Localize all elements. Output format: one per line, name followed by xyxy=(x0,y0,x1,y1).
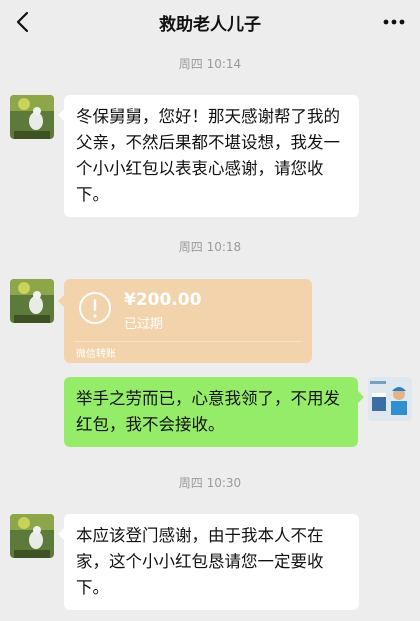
chat-title: 救助老人儿子 xyxy=(159,15,261,35)
avatar-other[interactable] xyxy=(10,279,54,323)
avatar-other[interactable] xyxy=(10,514,54,558)
avatar-self[interactable] xyxy=(368,377,412,421)
divider xyxy=(74,341,302,342)
top-bar: 救助老人儿子 xyxy=(0,0,420,44)
transfer-status: 已过期 xyxy=(124,317,164,332)
timestamp: 周四 10:14 xyxy=(178,57,242,71)
expired-alert-icon xyxy=(79,292,111,324)
avatar-other[interactable] xyxy=(10,95,54,139)
message-bubble[interactable]: 本应该登门感谢，由于我本人不在家，这个小小红包恳请您一定要收下。 xyxy=(58,514,359,610)
message-bubble[interactable]: 冬保舅舅，您好！那天感谢帮了我的父亲，不然后果都不堪设想，我发一个小小红包以表衷… xyxy=(58,95,359,217)
transfer-amount: ¥200.00 xyxy=(124,290,202,310)
timestamp: 周四 10:18 xyxy=(178,240,242,254)
timestamp: 周四 10:30 xyxy=(178,476,242,490)
transfer-card[interactable]: ¥200.00 已过期 微信转账 xyxy=(58,279,312,363)
message-bubble-self[interactable]: 举手之劳而已，心意我领了，不用发红包，我不会接收。 xyxy=(64,377,364,447)
transfer-footer: 微信转账 xyxy=(76,349,116,360)
more-dots-icon[interactable] xyxy=(378,6,410,38)
